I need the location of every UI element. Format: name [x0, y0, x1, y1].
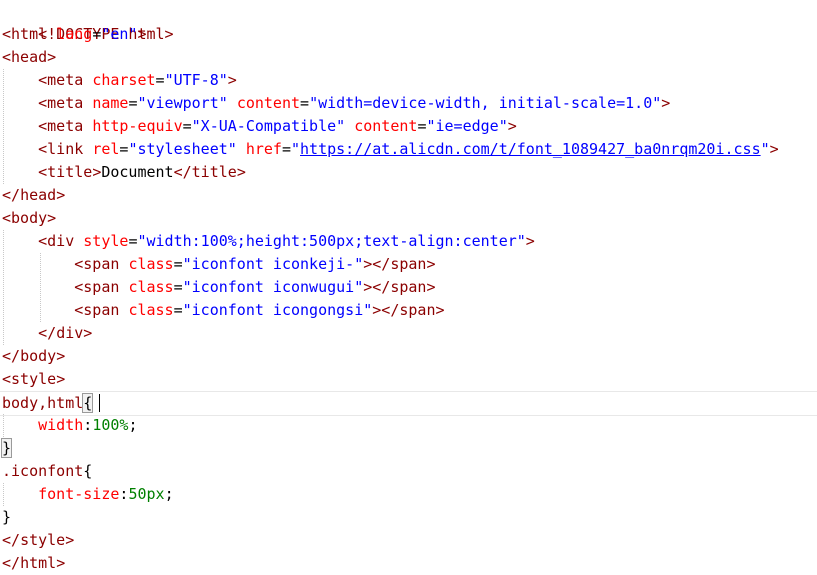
- code-line-18-current[interactable]: body,html{: [0, 391, 817, 416]
- matched-brace: }: [0, 438, 13, 458]
- text-caret: [99, 394, 100, 412]
- code-line-17[interactable]: <style>: [2, 368, 65, 391]
- code-line-3[interactable]: <head>: [2, 46, 56, 69]
- code-line-15[interactable]: </div>: [2, 322, 92, 345]
- stylesheet-link[interactable]: https://at.alicdn.com/t/font_1089427_ba0…: [300, 140, 761, 158]
- matched-brace: {: [82, 393, 94, 413]
- code-line-20[interactable]: }: [0, 437, 13, 460]
- code-line-10[interactable]: <body>: [2, 207, 56, 230]
- code-line-6[interactable]: <meta http-equiv="X-UA-Compatible" conte…: [2, 115, 517, 138]
- code-line-4[interactable]: <meta charset="UTF-8">: [2, 69, 237, 92]
- code-line-19[interactable]: width:100%;: [2, 414, 137, 437]
- code-editor[interactable]: <!DOCTYPE html> <html lang="en"> <head> …: [0, 0, 817, 574]
- code-line-24[interactable]: </style>: [2, 529, 74, 552]
- code-line-21[interactable]: .iconfont{: [2, 460, 92, 483]
- code-line-12[interactable]: <span class="iconfont iconkeji-"></span>: [2, 253, 435, 276]
- code-line-14[interactable]: <span class="iconfont icongongsi"></span…: [2, 299, 444, 322]
- code-line-25[interactable]: </html>: [2, 552, 65, 575]
- code-line-11[interactable]: <div style="width:100%;height:500px;text…: [2, 230, 535, 253]
- code-line-5[interactable]: <meta name="viewport" content="width=dev…: [2, 92, 670, 115]
- code-line-2[interactable]: <html lang="en">: [2, 23, 147, 46]
- code-line-23[interactable]: }: [2, 506, 11, 529]
- code-line-8[interactable]: <title>Document</title>: [2, 161, 246, 184]
- code-line-9[interactable]: </head>: [2, 184, 65, 207]
- code-line-7[interactable]: <link rel="stylesheet" href="https://at.…: [2, 138, 779, 161]
- code-line-16[interactable]: </body>: [2, 345, 65, 368]
- code-line-13[interactable]: <span class="iconfont iconwugui"></span>: [2, 276, 435, 299]
- code-line-22[interactable]: font-size:50px;: [2, 483, 173, 506]
- code-line-1[interactable]: <!DOCTYPE html>: [2, 0, 173, 43]
